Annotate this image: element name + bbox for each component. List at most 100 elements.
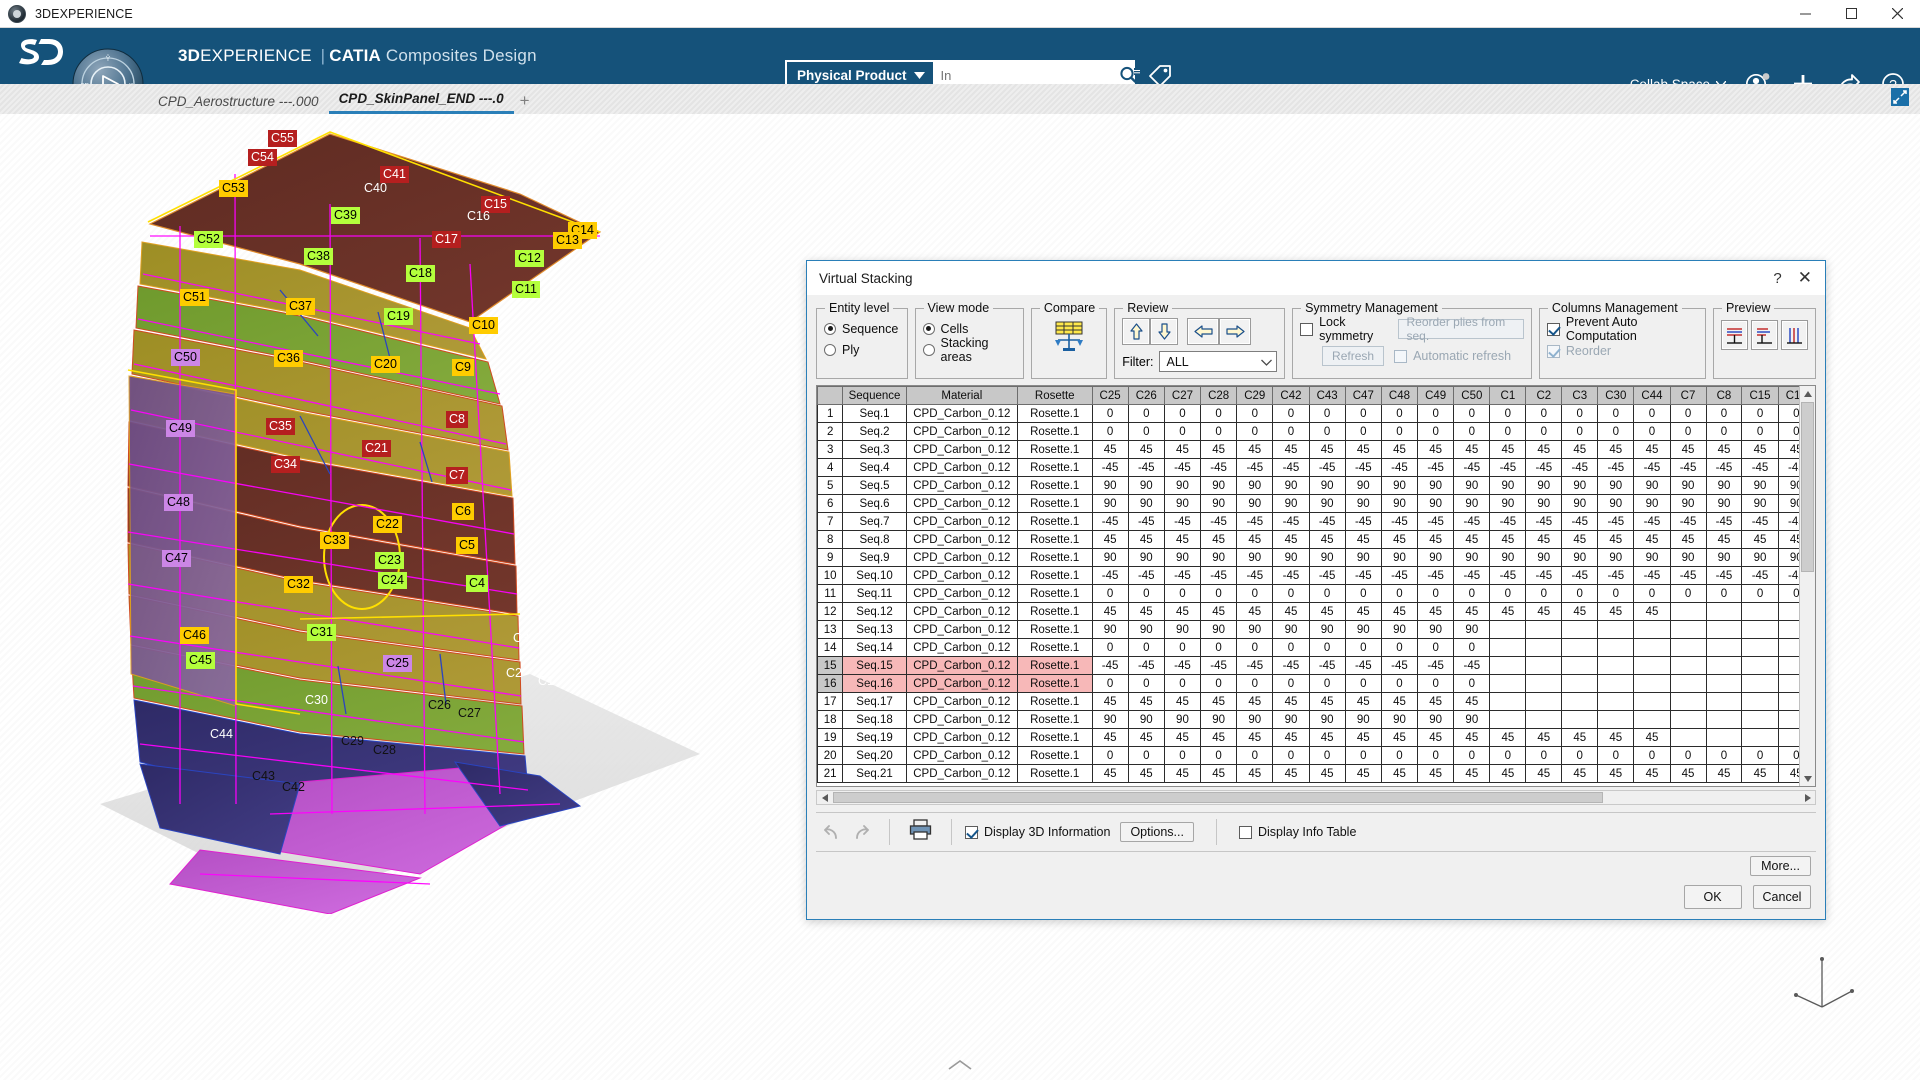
angle-cell[interactable]: 45 xyxy=(1308,530,1346,549)
rosette-cell[interactable]: Rosette.1 xyxy=(1016,638,1093,657)
search-input[interactable] xyxy=(934,66,1119,84)
angle-cell[interactable]: 0 xyxy=(1200,746,1238,765)
angle-cell[interactable]: 45 xyxy=(1705,530,1743,549)
angle-cell[interactable]: 45 xyxy=(1127,440,1165,459)
angle-cell[interactable]: -45 xyxy=(1091,512,1129,531)
sequence-cell[interactable]: Seq.3 xyxy=(842,440,907,459)
angle-cell[interactable]: 45 xyxy=(1417,530,1455,549)
empty-cell[interactable] xyxy=(1597,620,1635,639)
table-col-header-c49[interactable]: C49 xyxy=(1417,386,1455,405)
scroll-up-arrow[interactable] xyxy=(1800,386,1815,401)
angle-cell[interactable]: 0 xyxy=(1200,404,1238,423)
table-col-header-c48[interactable]: C48 xyxy=(1380,386,1419,405)
table-row[interactable]: 5 Seq.5 CPD_Carbon_0.12 Rosette.1 90 90 90 90 90… xyxy=(817,476,1815,495)
angle-cell[interactable]: 0 xyxy=(1525,746,1563,765)
empty-cell[interactable] xyxy=(1669,674,1707,693)
rosette-cell[interactable]: Rosette.1 xyxy=(1016,620,1093,639)
material-cell[interactable]: CPD_Carbon_0.12 xyxy=(905,548,1018,567)
empty-cell[interactable] xyxy=(1705,710,1743,729)
row-index-cell[interactable]: 17 xyxy=(817,692,844,711)
cell-label[interactable]: C6 xyxy=(452,503,474,520)
angle-cell[interactable]: -45 xyxy=(1453,458,1491,477)
angle-cell[interactable]: 90 xyxy=(1561,494,1599,513)
angle-cell[interactable]: -45 xyxy=(1344,566,1382,585)
table-col-header-c47[interactable]: C47 xyxy=(1344,386,1382,405)
angle-cell[interactable]: 45 xyxy=(1417,692,1455,711)
angle-cell[interactable]: 90 xyxy=(1597,548,1635,567)
material-cell[interactable]: CPD_Carbon_0.12 xyxy=(905,494,1018,513)
angle-cell[interactable]: 0 xyxy=(1417,422,1455,441)
empty-cell[interactable] xyxy=(1741,620,1779,639)
cell-label[interactable]: C42 xyxy=(279,779,308,796)
angle-cell[interactable]: 45 xyxy=(1453,440,1491,459)
angle-cell[interactable]: 0 xyxy=(1236,674,1274,693)
angle-cell[interactable]: 45 xyxy=(1561,440,1599,459)
tab-cpd-skinpanel-end[interactable]: CPD_SkinPanel_END ---.0 xyxy=(328,91,514,114)
angle-cell[interactable]: -45 xyxy=(1417,656,1455,675)
angle-cell[interactable]: 45 xyxy=(1308,728,1346,747)
dialog-help-icon[interactable]: ? xyxy=(1760,270,1794,287)
angle-cell[interactable]: -45 xyxy=(1453,656,1491,675)
angle-cell[interactable]: 45 xyxy=(1380,764,1419,783)
empty-cell[interactable] xyxy=(1489,656,1527,675)
angle-cell[interactable]: -45 xyxy=(1453,512,1491,531)
sequence-cell[interactable]: Seq.20 xyxy=(842,746,907,765)
table-row[interactable]: 11 Seq.11 CPD_Carbon_0.12 Rosette.1 0 0 0 0 0 0 0 0… xyxy=(817,584,1815,603)
angle-cell[interactable]: 0 xyxy=(1741,404,1779,423)
table-row[interactable]: 8 Seq.8 CPD_Carbon_0.12 Rosette.1 45 45 45 45 45… xyxy=(817,530,1815,549)
table-row[interactable]: 10 Seq.10 CPD_Carbon_0.12 Rosette.1 -45 -45 -4… xyxy=(817,566,1815,585)
table-row[interactable]: 3 Seq.3 CPD_Carbon_0.12 Rosette.1 45 45 45 45 45… xyxy=(817,440,1815,459)
redo-button[interactable] xyxy=(846,819,876,846)
automatic-refresh-checkbox[interactable]: Automatic refresh xyxy=(1394,345,1511,367)
angle-cell[interactable]: 0 xyxy=(1561,584,1599,603)
angle-cell[interactable]: 45 xyxy=(1200,692,1238,711)
angle-cell[interactable]: 45 xyxy=(1163,530,1202,549)
rosette-cell[interactable]: Rosette.1 xyxy=(1016,548,1093,567)
angle-cell[interactable]: 0 xyxy=(1453,422,1491,441)
table-row[interactable]: 1 Seq.1 CPD_Carbon_0.12 Rosette.1 0 0 0 0 0 0 0 0 0 0… xyxy=(817,404,1815,423)
table-col-header-c7[interactable]: C7 xyxy=(1669,386,1707,405)
empty-cell[interactable] xyxy=(1741,728,1779,747)
radio-view-stacking-areas[interactable]: Stacking areas xyxy=(922,336,1016,364)
empty-cell[interactable] xyxy=(1705,602,1743,621)
table-col-header[interactable] xyxy=(817,386,844,405)
cell-label[interactable]: C48 xyxy=(164,494,193,511)
preview-mode-1-button[interactable] xyxy=(1721,320,1748,350)
empty-cell[interactable] xyxy=(1633,674,1671,693)
cell-label[interactable]: C43 xyxy=(249,768,278,785)
cell-label[interactable]: C40 xyxy=(361,180,390,197)
material-cell[interactable]: CPD_Carbon_0.12 xyxy=(905,692,1018,711)
cell-label[interactable]: C21 xyxy=(362,440,391,457)
angle-cell[interactable]: 0 xyxy=(1127,638,1165,657)
angle-cell[interactable]: 45 xyxy=(1091,530,1129,549)
cell-label[interactable]: C52 xyxy=(194,231,223,248)
angle-cell[interactable]: 0 xyxy=(1272,584,1310,603)
angle-cell[interactable]: 45 xyxy=(1597,440,1635,459)
table-col-header-c1[interactable]: C1 xyxy=(1489,386,1527,405)
cell-label[interactable]: C19 xyxy=(384,308,413,325)
ok-button[interactable]: OK xyxy=(1683,885,1742,909)
angle-cell[interactable]: -45 xyxy=(1705,458,1743,477)
empty-cell[interactable] xyxy=(1525,656,1563,675)
angle-cell[interactable]: -45 xyxy=(1380,656,1419,675)
review-down-button[interactable] xyxy=(1150,318,1179,345)
empty-cell[interactable] xyxy=(1489,710,1527,729)
cell-label[interactable]: C7 xyxy=(446,467,468,484)
angle-cell[interactable]: -45 xyxy=(1127,458,1165,477)
angle-cell[interactable]: 90 xyxy=(1380,494,1419,513)
angle-cell[interactable]: 0 xyxy=(1236,404,1274,423)
angle-cell[interactable]: -45 xyxy=(1705,512,1743,531)
angle-cell[interactable]: 90 xyxy=(1380,476,1419,495)
empty-cell[interactable] xyxy=(1489,674,1527,693)
empty-cell[interactable] xyxy=(1633,656,1671,675)
cell-label[interactable]: C20 xyxy=(371,356,400,373)
angle-cell[interactable]: 0 xyxy=(1127,674,1165,693)
angle-cell[interactable]: 45 xyxy=(1561,728,1599,747)
angle-cell[interactable]: 45 xyxy=(1127,602,1165,621)
table-col-header-c27[interactable]: C27 xyxy=(1163,386,1202,405)
angle-cell[interactable]: 0 xyxy=(1380,746,1419,765)
angle-cell[interactable]: 90 xyxy=(1308,476,1346,495)
angle-cell[interactable]: 45 xyxy=(1163,728,1202,747)
material-cell[interactable]: CPD_Carbon_0.12 xyxy=(905,728,1018,747)
print-button[interactable] xyxy=(903,819,938,845)
